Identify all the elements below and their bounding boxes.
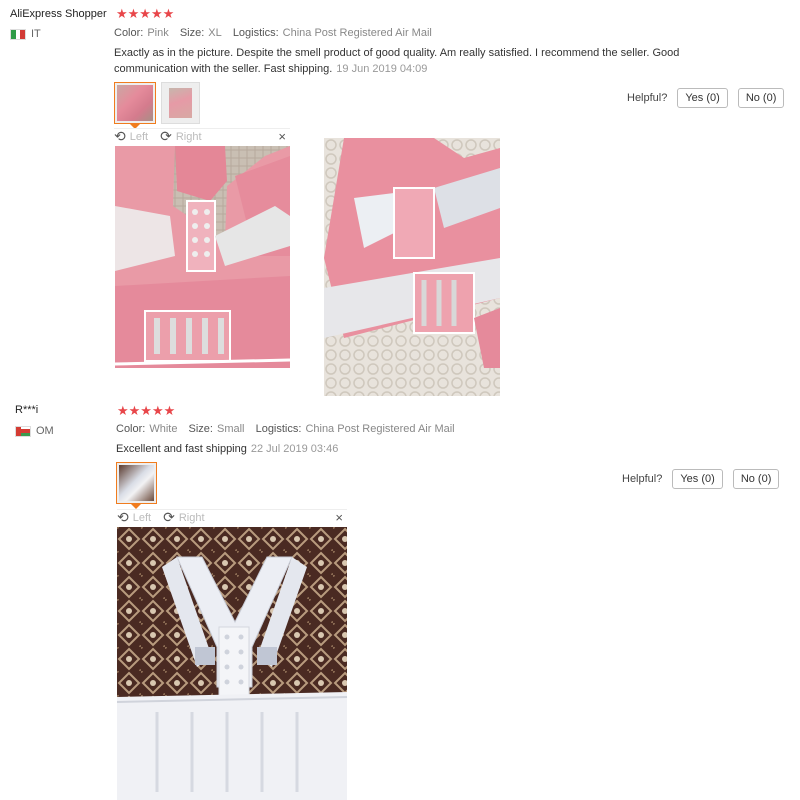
review-text-line: Excellent and fast shipping xyxy=(116,443,247,455)
attr-label: Logistics: xyxy=(255,423,302,435)
rating-stars: ★★★★★ xyxy=(117,403,176,418)
review-text: Exactly as in the picture. Despite the s… xyxy=(114,45,714,77)
white-posture-corrector-image xyxy=(117,527,347,800)
review-attributes: Color: White Size: Small Logistics: China P… xyxy=(116,423,455,435)
rotate-right-button[interactable]: ⟳ Right xyxy=(160,128,201,145)
reviewer-country: IT xyxy=(10,28,41,40)
attr-value: Pink xyxy=(147,27,169,39)
attr-label: Logistics: xyxy=(232,27,279,39)
attr-value: XL xyxy=(208,27,222,39)
helpful-no-button[interactable]: No (0) xyxy=(732,469,780,489)
attr-value: China Post Registered Air Mail xyxy=(282,27,432,39)
reviewer-name: R***i xyxy=(15,404,39,416)
pink-posture-corrector-image xyxy=(324,138,500,396)
rotate-left-button[interactable]: ⟲ Left xyxy=(117,509,151,526)
review-date: 22 Jul 2019 03:46 xyxy=(250,443,339,455)
oman-flag-icon xyxy=(15,425,31,437)
country-code: IT xyxy=(31,28,41,40)
attr-value: White xyxy=(149,423,178,435)
attr-label: Size: xyxy=(188,423,213,435)
helpful-yes-button[interactable]: Yes (0) xyxy=(672,469,723,489)
close-icon[interactable]: × xyxy=(335,510,347,525)
review-text-line: communication with the seller. Fast ship… xyxy=(114,63,333,75)
review-photo-large xyxy=(117,527,347,800)
country-code: OM xyxy=(36,425,54,437)
review-attributes: Color: Pink Size: XL Logistics: China Post … xyxy=(114,27,432,39)
reviewer-country: OM xyxy=(15,425,54,437)
attr-label: Color: xyxy=(114,27,144,39)
review-photo-large xyxy=(115,146,290,368)
helpful-label: Helpful? xyxy=(622,473,663,485)
review-text: Excellent and fast shipping 22 Jul 2019 0… xyxy=(116,441,716,457)
review-photo-large xyxy=(324,138,500,396)
helpful-no-button[interactable]: No (0) xyxy=(737,88,785,108)
attr-label: Color: xyxy=(116,423,146,435)
rotate-right-button[interactable]: ⟳ Right xyxy=(163,509,204,526)
rotate-right-icon: ⟳ xyxy=(163,509,175,525)
rotate-left-button[interactable]: ⟲ Left xyxy=(114,128,148,145)
helpful-yes-button[interactable]: Yes (0) xyxy=(677,88,728,108)
rotate-left-label: Left xyxy=(129,130,149,143)
rotate-left-icon: ⟲ xyxy=(114,128,126,144)
helpful-section: Helpful? Yes (0) No (0) xyxy=(627,88,785,108)
attr-label: Size: xyxy=(179,27,205,39)
review-photo-thumbnail[interactable] xyxy=(114,82,156,124)
helpful-label: Helpful? xyxy=(627,92,668,104)
review-photo-thumbnail[interactable] xyxy=(161,82,200,124)
review-date: 19 Jun 2019 04:09 xyxy=(336,63,428,75)
italy-flag-icon xyxy=(10,28,26,40)
pink-posture-corrector-image xyxy=(115,146,290,368)
image-viewer-toolbar: ⟲ Left ⟳ Right × xyxy=(114,128,290,144)
rotate-right-label: Right xyxy=(175,130,202,143)
rotate-left-icon: ⟲ xyxy=(117,509,129,525)
rotate-right-icon: ⟳ xyxy=(160,128,172,144)
review-text-line: Exactly as in the picture. Despite the s… xyxy=(114,47,680,59)
reviewer-name: AliExpress Shopper xyxy=(10,8,107,20)
attr-value: Small xyxy=(217,423,245,435)
review-photo-thumbnail[interactable] xyxy=(116,462,157,504)
close-icon[interactable]: × xyxy=(278,129,290,144)
attr-value: China Post Registered Air Mail xyxy=(305,423,455,435)
rotate-right-label: Right xyxy=(178,511,205,524)
rotate-left-label: Left xyxy=(132,511,152,524)
helpful-section: Helpful? Yes (0) No (0) xyxy=(622,469,780,489)
rating-stars: ★★★★★ xyxy=(116,6,175,21)
image-viewer-toolbar: ⟲ Left ⟳ Right × xyxy=(117,509,347,525)
